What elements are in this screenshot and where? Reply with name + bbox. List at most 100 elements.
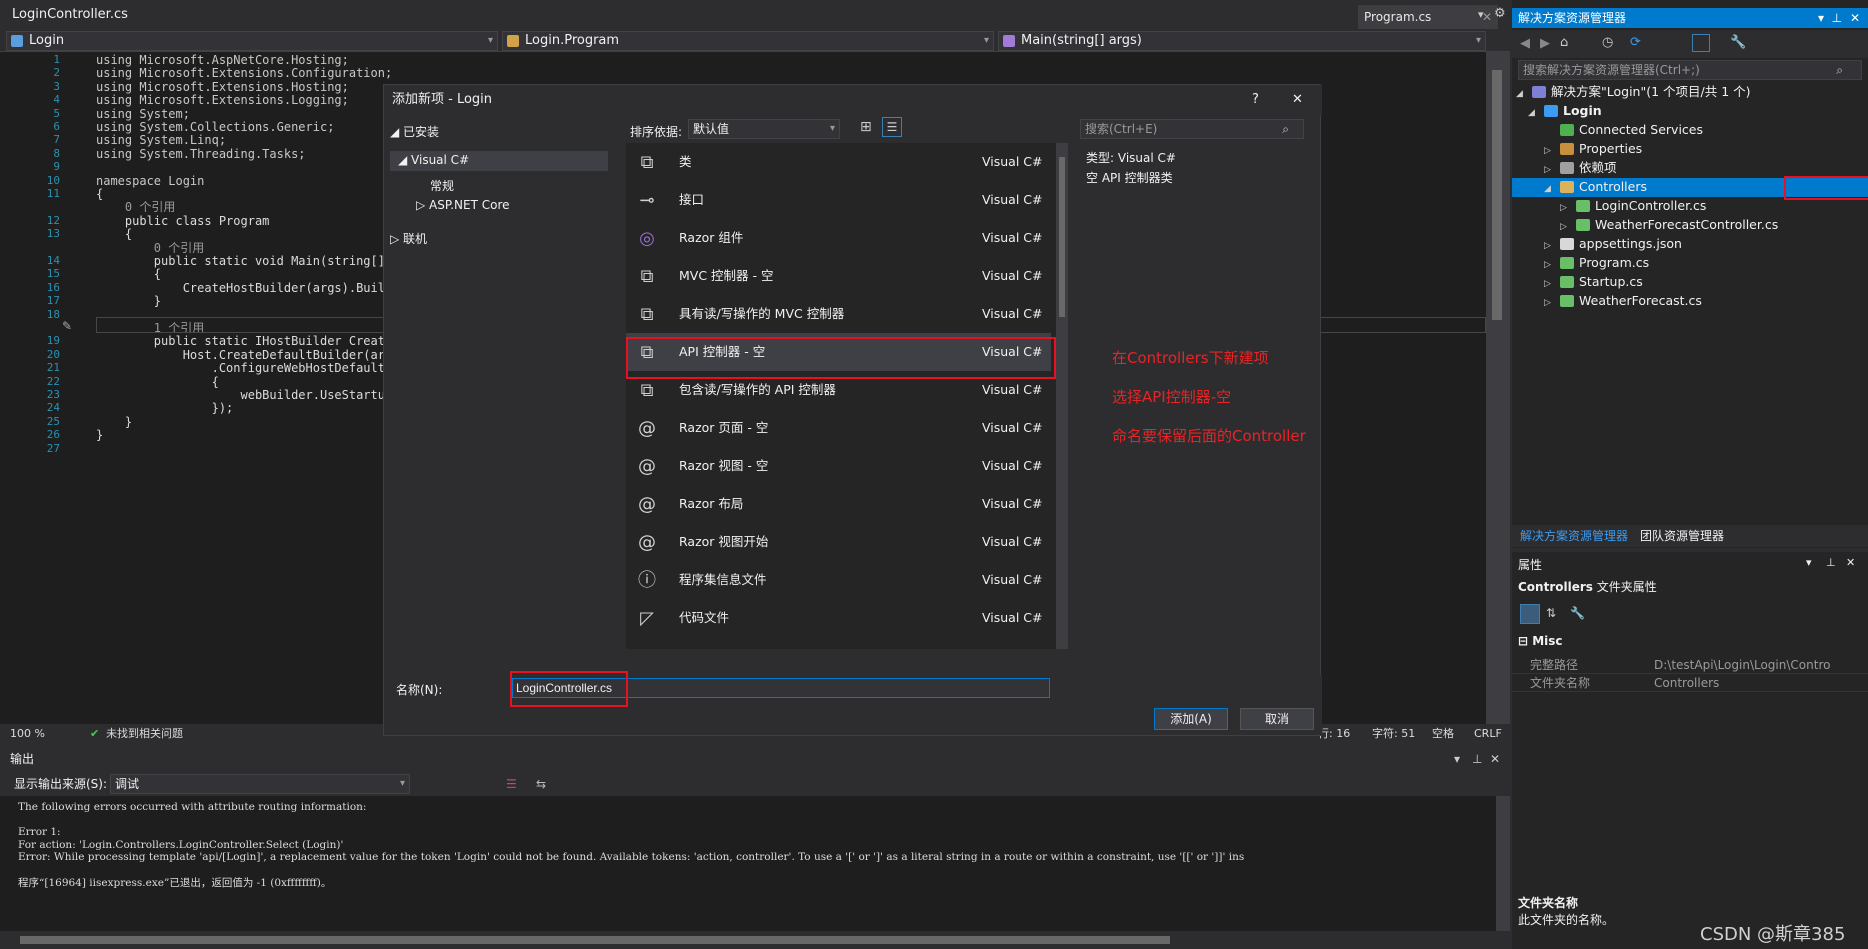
property-row[interactable]: 完整路径 D:\testApi\Login\Login\Contro <box>1512 656 1868 674</box>
property-row[interactable]: 文件夹名称 Controllers <box>1512 674 1868 692</box>
template-item-language: Visual C# <box>982 637 1043 649</box>
tree-item-visual-csharp[interactable]: ◢ Visual C# <box>398 153 469 167</box>
tab-logincontroller[interactable]: LoginController.cs <box>0 0 140 30</box>
code-file-icon: ◸ <box>640 608 654 629</box>
collapsed-arrow-icon[interactable]: ▷ <box>1544 294 1560 313</box>
tree-node-label: Program.cs <box>1579 255 1650 270</box>
solution-search-input[interactable]: 搜索解决方案资源管理器(Ctrl+;) ⌕ <box>1518 60 1862 80</box>
issues-status[interactable]: 未找到相关问题 <box>106 724 183 744</box>
sort-select[interactable]: 默认值 ▾ <box>688 119 840 139</box>
tab-team-explorer[interactable]: 团队资源管理器 <box>1640 525 1724 547</box>
wrench-icon[interactable]: 🔧 <box>1570 606 1585 620</box>
razor-page-icon: @ <box>634 644 660 649</box>
categorized-icon[interactable] <box>1520 604 1540 624</box>
installed-header[interactable]: ◢ 已安装 <box>390 123 439 140</box>
class-dropdown[interactable]: Login.Program ▾ <box>502 31 994 51</box>
tree-node[interactable]: ▷ Properties <box>1544 139 1642 158</box>
tree-item-general[interactable]: 常规 <box>430 177 454 194</box>
clear-all-icon[interactable]: ☰ <box>506 772 517 796</box>
pin-icon[interactable]: ⊥ <box>1472 748 1482 770</box>
tree-node[interactable]: ◢ Login <box>1528 101 1602 120</box>
cancel-button[interactable]: 取消 <box>1240 708 1314 730</box>
back-icon[interactable]: ◀ <box>1520 36 1530 51</box>
template-list-scrollbar[interactable] <box>1056 143 1068 649</box>
output-vertical-scrollbar[interactable] <box>1496 796 1510 931</box>
zoom-level[interactable]: 100 % <box>10 724 45 744</box>
chevron-down-icon[interactable]: ▾ <box>1806 556 1812 569</box>
chevron-down-icon[interactable]: ▾ <box>1478 8 1484 21</box>
tab-solution-explorer[interactable]: 解决方案资源管理器 <box>1520 525 1628 547</box>
template-item[interactable]: ◎ Razor 组件 Visual C# <box>626 219 1051 257</box>
tree-node[interactable]: ▷ LoginController.cs <box>1560 196 1706 215</box>
properties-object[interactable]: Controllers 文件夹属性 <box>1518 578 1657 595</box>
class-icon: ⧉ <box>640 152 654 173</box>
template-item[interactable]: ⊸ 接口 Visual C# <box>626 181 1051 219</box>
template-search-placeholder: 搜索(Ctrl+E) <box>1085 122 1158 136</box>
close-icon[interactable]: ✕ <box>1490 748 1500 770</box>
scrollbar-thumb[interactable] <box>1059 157 1065 317</box>
tab-program[interactable]: Program.cs ✕ <box>1358 5 1498 29</box>
output-text[interactable]: The following errors occurred with attri… <box>0 796 1496 931</box>
refresh-icon[interactable]: ⟳ <box>1630 35 1641 50</box>
forward-icon[interactable]: ▶ <box>1540 36 1550 51</box>
close-icon[interactable]: ✕ <box>1292 85 1303 115</box>
tree-node[interactable]: ◢ Controllers <box>1544 177 1647 196</box>
expanded-arrow-icon[interactable]: ◢ <box>1544 180 1560 199</box>
close-icon[interactable]: ✕ <box>1846 556 1855 569</box>
expanded-arrow-icon[interactable]: ◢ <box>1528 104 1544 123</box>
template-item[interactable]: @ Razor 页面 - 空 Visual C# <box>626 409 1051 447</box>
history-icon[interactable]: ◷ <box>1602 35 1613 50</box>
pencil-icon[interactable]: ✎ <box>62 319 72 333</box>
wrench-icon[interactable]: 🔧 <box>1730 35 1746 50</box>
solution-explorer-title-text: 解决方案资源管理器 <box>1518 11 1627 25</box>
grid-view-icon[interactable]: ⊞ <box>860 119 872 135</box>
close-icon[interactable]: ✕ <box>1850 8 1860 28</box>
property-key: 完整路径 <box>1530 658 1579 672</box>
template-list[interactable]: ⧉ 类 Visual C# ⊸ 接口 Visual C# ◎ Razor 组件 Visual C… <box>626 143 1068 649</box>
template-item[interactable]: @ Razor 视图 - 空 Visual C# <box>626 447 1051 485</box>
template-item[interactable]: ⓘ 程序集信息文件 Visual C# <box>626 561 1051 599</box>
tree-node[interactable]: ◢ 解决方案"Login"(1 个项目/共 1 个) <box>1516 82 1751 101</box>
tree-item-aspnet-core[interactable]: ▷ ASP.NET Core <box>416 198 510 212</box>
template-item[interactable]: ◸ 代码文件 Visual C# <box>626 599 1051 637</box>
tree-item-online[interactable]: ▷ 联机 <box>390 230 427 247</box>
output-source-select[interactable]: 调试 ▾ <box>110 774 410 794</box>
sort-alpha-icon[interactable]: ⇅ <box>1546 606 1556 620</box>
pin-icon[interactable]: ⊥ <box>1826 556 1836 569</box>
properties-category[interactable]: ⊟ Misc <box>1518 634 1563 648</box>
output-horizontal-scrollbar[interactable] <box>0 931 1496 949</box>
template-item[interactable]: @ Razor 视图导入 Visual C# <box>626 637 1051 649</box>
pin-icon[interactable]: ⊥ <box>1832 8 1842 28</box>
tree-node[interactable]: ▷ 依赖项 <box>1544 158 1617 177</box>
template-item[interactable]: ⧉ 类 Visual C# <box>626 143 1051 181</box>
help-icon[interactable]: ? <box>1252 85 1259 115</box>
tree-node[interactable]: ▷ appsettings.json <box>1544 234 1682 253</box>
editor-scrollbar[interactable] <box>1486 52 1510 724</box>
template-item[interactable]: ⧉ MVC 控制器 - 空 Visual C# <box>626 257 1051 295</box>
scrollbar-thumb[interactable] <box>20 936 1170 944</box>
tree-node[interactable]: ▷ Program.cs <box>1544 253 1649 272</box>
list-view-icon[interactable]: ☰ <box>882 117 902 137</box>
project-dropdown[interactable]: Login ▾ <box>6 31 498 51</box>
template-item-language: Visual C# <box>982 572 1043 587</box>
home-icon[interactable]: ⌂ <box>1560 35 1568 50</box>
scrollbar-thumb[interactable] <box>1492 70 1502 320</box>
template-search-input[interactable]: 搜索(Ctrl+E) ⌕ <box>1080 119 1304 139</box>
add-button[interactable]: 添加(A) <box>1154 708 1228 730</box>
tree-node[interactable]: ▷ WeatherForecast.cs <box>1544 291 1702 310</box>
chevron-down-icon[interactable]: ▾ <box>1454 748 1460 770</box>
chevron-down-icon[interactable]: ▾ <box>1818 8 1824 28</box>
tree-node[interactable]: ▷ WeatherForecastController.cs <box>1560 215 1778 234</box>
member-dropdown[interactable]: Main(string[] args) ▾ <box>998 31 1486 51</box>
csharp-file-icon <box>1576 219 1590 231</box>
sync-icon[interactable] <box>1692 34 1710 52</box>
template-item[interactable]: @ Razor 布局 Visual C# <box>626 485 1051 523</box>
tree-node[interactable]: ▷ Startup.cs <box>1544 272 1643 291</box>
template-item[interactable]: ⧉ 具有读/写操作的 MVC 控制器 Visual C# <box>626 295 1051 333</box>
line-number: 13 <box>46 227 60 241</box>
gear-icon[interactable]: ⚙ <box>1494 6 1506 21</box>
template-item[interactable]: @ Razor 视图开始 Visual C# <box>626 523 1051 561</box>
tree-node[interactable]: Connected Services <box>1544 120 1703 139</box>
tree-node-label: 依赖项 <box>1579 160 1617 175</box>
word-wrap-icon[interactable]: ⇆ <box>536 772 546 796</box>
